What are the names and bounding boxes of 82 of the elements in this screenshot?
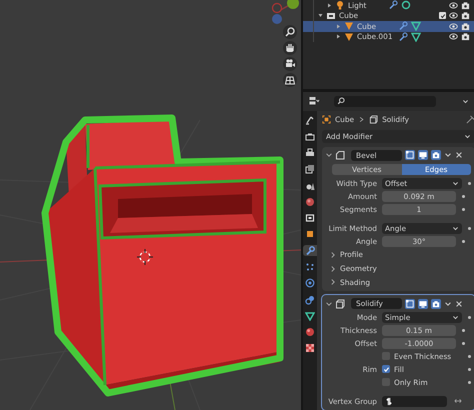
light-icon <box>335 0 345 10</box>
caret-icon <box>452 225 459 232</box>
caret-icon <box>452 180 459 188</box>
cursor-icon <box>136 248 154 266</box>
caret-icon[interactable] <box>462 98 469 105</box>
axis-gizmo-drawing[interactable] <box>272 0 299 24</box>
modifier-wrench-icon <box>398 32 408 42</box>
close-icon[interactable] <box>455 151 463 160</box>
object-icon <box>322 115 331 124</box>
render-icon[interactable] <box>303 131 317 142</box>
vertex-group-field[interactable] <box>382 396 447 407</box>
constraint-icon[interactable] <box>303 294 317 306</box>
keyframe-dot[interactable] <box>462 195 465 198</box>
chevron-icon <box>358 116 366 124</box>
grid-icon[interactable] <box>283 73 297 87</box>
solidify-icon <box>335 298 345 309</box>
keyframe-dot[interactable] <box>462 208 465 212</box>
search-icon <box>337 97 345 106</box>
keyframe-dot[interactable] <box>462 240 465 244</box>
expand-arrow-icon[interactable] <box>318 13 323 18</box>
collection-icon <box>326 10 336 21</box>
keyframe-dot[interactable] <box>468 368 471 371</box>
mesh-object-icon <box>344 21 354 32</box>
eye-icon[interactable] <box>449 32 458 42</box>
editor-type-icon[interactable] <box>308 96 320 106</box>
chevron-icon <box>330 279 336 286</box>
eye-icon[interactable] <box>449 22 458 31</box>
caret-icon <box>464 132 471 140</box>
camera-icon[interactable] <box>461 22 470 31</box>
vertex-group-icon <box>385 396 394 406</box>
checkbox[interactable] <box>382 352 390 360</box>
mesh-data-icon <box>411 32 421 42</box>
keyframe-dot[interactable] <box>468 227 471 230</box>
pin-icon[interactable] <box>466 115 474 124</box>
close-icon[interactable] <box>455 300 463 308</box>
modifier-wrench-icon <box>388 0 398 10</box>
chevron-icon <box>330 252 336 258</box>
keyframe-dot[interactable] <box>462 342 465 345</box>
eye-icon[interactable] <box>449 11 458 20</box>
orbit-icon[interactable] <box>303 278 317 289</box>
checkbox[interactable] <box>382 365 390 374</box>
bevel-icon <box>335 150 345 160</box>
expand-arrow-icon[interactable] <box>327 2 332 8</box>
layers-icon[interactable] <box>303 164 317 175</box>
mesh-object-icon <box>344 32 354 42</box>
checkbox[interactable] <box>382 378 390 386</box>
keyframe-dot[interactable] <box>468 380 471 384</box>
swap-arrows-icon[interactable] <box>453 397 463 406</box>
edit-mode-toggle[interactable] <box>405 150 415 160</box>
chevron-icon <box>330 266 336 272</box>
triangle-icon[interactable] <box>303 310 317 322</box>
check-icon <box>382 366 390 373</box>
eye-icon[interactable] <box>449 0 458 10</box>
mesh-data-icon <box>411 21 421 32</box>
keyframe-dot[interactable] <box>468 316 471 319</box>
camera-icon[interactable] <box>461 11 470 20</box>
caret-icon[interactable] <box>444 151 452 160</box>
sphere-icon[interactable] <box>303 326 317 338</box>
check-icon <box>440 12 446 19</box>
box-icon[interactable] <box>303 212 317 224</box>
camera-icon[interactable] <box>283 57 297 71</box>
printer-icon[interactable] <box>303 147 317 158</box>
hand-icon[interactable] <box>283 41 297 55</box>
solidify-icon <box>369 115 378 124</box>
modifier-wrench-icon <box>398 21 408 32</box>
globe-icon[interactable] <box>303 196 317 208</box>
checker-icon[interactable] <box>303 342 317 354</box>
light-data-icon <box>401 0 411 10</box>
wrench-icon[interactable] <box>303 245 317 256</box>
keyframe-dot[interactable] <box>468 182 471 186</box>
camera-icon[interactable] <box>461 32 470 42</box>
keyframe-dot[interactable] <box>468 354 471 358</box>
edit-mode-toggle[interactable] <box>405 298 415 309</box>
camera-icon[interactable] <box>461 0 470 10</box>
keyframe-dot[interactable] <box>462 328 465 332</box>
viewport-toggle[interactable] <box>418 298 428 309</box>
zoom-icon[interactable] <box>283 25 297 39</box>
render-toggle[interactable] <box>431 150 441 160</box>
checkbox[interactable] <box>439 12 446 20</box>
search-field[interactable] <box>334 96 436 107</box>
render-toggle[interactable] <box>431 298 441 309</box>
viewport-toggle[interactable] <box>418 150 428 160</box>
